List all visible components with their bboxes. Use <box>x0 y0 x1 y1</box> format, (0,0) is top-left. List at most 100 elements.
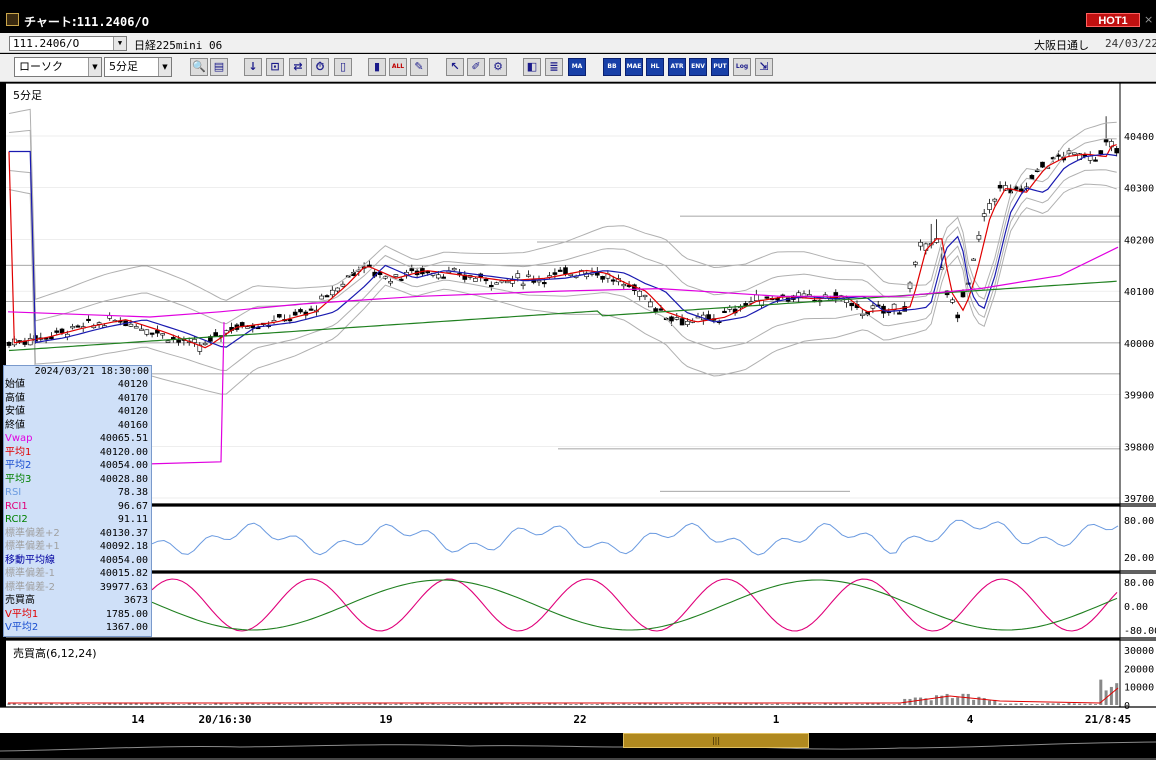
time-tick-label: 1 <box>773 713 780 726</box>
scrollbar-thumb[interactable]: ||| <box>623 733 809 748</box>
candle-body <box>59 328 65 334</box>
toolbar-ma-button[interactable]: MA <box>568 58 586 76</box>
compare-icon[interactable]: ⇄ <box>289 58 307 76</box>
info-row-value: 40092.18 <box>99 541 148 552</box>
volume-bar <box>426 704 430 705</box>
pen-icon[interactable]: ✎ <box>410 58 428 76</box>
candle-body <box>488 284 494 288</box>
volume-bar <box>389 704 393 705</box>
info-row-label: 平均1 <box>5 446 32 458</box>
info-row-label: 平均3 <box>5 473 32 485</box>
volume-bar <box>1051 703 1055 705</box>
volume-bar <box>770 704 774 705</box>
candle-body <box>918 242 923 247</box>
candle-body <box>674 317 680 320</box>
volume-bar <box>431 703 435 705</box>
chevron-down-icon[interactable]: ▼ <box>113 37 126 50</box>
toolbar-all-button[interactable]: ALL <box>389 58 407 76</box>
candle-body <box>494 282 499 285</box>
volume-bar <box>76 703 80 705</box>
info-row-label: 始値 <box>5 379 25 390</box>
candle-body <box>526 274 531 277</box>
candle-body <box>950 299 955 303</box>
info-panel: 2024/03/21 18:30:00 始値 40120 高値 40170 安値 4012… <box>3 365 152 637</box>
chart-area[interactable]: 40400 40300 40200 40100 40000 39900 39800 39700… <box>0 83 1156 733</box>
volume-bar <box>410 704 414 705</box>
candle-body <box>176 339 181 343</box>
candle-body <box>600 276 605 280</box>
info-row: RSI 78.38 <box>4 486 151 500</box>
info-datetime: 2024/03/21 18:30:00 <box>34 366 149 377</box>
candle-body <box>213 332 218 337</box>
price-tick-label: 40200 <box>1124 235 1154 246</box>
volume-bar <box>394 703 398 705</box>
volume-bar <box>463 704 467 705</box>
volume-bar <box>574 704 578 705</box>
symbol-input[interactable]: 111.2406/O ▼ <box>9 36 127 51</box>
volume-bar <box>897 703 901 705</box>
volume-bar <box>60 703 64 705</box>
toolbar-mae-button[interactable]: MAE <box>625 58 643 76</box>
hot-button[interactable]: HOT1 <box>1086 13 1140 27</box>
gear-icon[interactable]: ⚙ <box>489 58 507 76</box>
volume-bar <box>675 703 679 705</box>
color-icon[interactable]: ◧ <box>523 58 541 76</box>
chart-app-icon <box>6 13 19 26</box>
volume-bar <box>113 703 117 705</box>
volume-bar <box>92 704 96 705</box>
candle-body <box>409 268 415 272</box>
eraser-icon[interactable]: ✐ <box>467 58 485 76</box>
candle-body <box>960 291 966 298</box>
volume-bar <box>632 704 636 705</box>
fit-icon[interactable]: ⊡ <box>266 58 284 76</box>
time-tick-label: 4 <box>967 713 974 726</box>
info-row: V平均1 1785.00 <box>4 608 151 622</box>
chevron-down-icon[interactable]: ▼ <box>158 58 171 76</box>
close-icon[interactable]: × <box>1144 13 1155 27</box>
volume-bar <box>776 703 779 705</box>
layout-icon[interactable]: ▤ <box>210 58 228 76</box>
volume-bar <box>956 697 960 705</box>
candle-icon[interactable]: ▯ <box>334 58 352 76</box>
toolbar-log-button[interactable]: Log <box>733 58 751 76</box>
volume-bar <box>611 703 615 705</box>
volume-bar <box>670 703 673 705</box>
toolbar-env-button[interactable]: ENV <box>689 58 707 76</box>
volume-bar <box>972 699 976 705</box>
volume-bar <box>341 703 345 705</box>
pointer-icon[interactable]: ↖ <box>446 58 464 76</box>
volume-bar <box>622 703 626 705</box>
candle-body <box>192 339 197 343</box>
volume-bar <box>1088 703 1092 705</box>
zoom-icon[interactable]: 🔍 <box>190 58 208 76</box>
info-row-value: 3673 <box>123 595 148 606</box>
volume-bar <box>919 697 923 705</box>
toolbar-bb-button[interactable]: BB <box>603 58 621 76</box>
volume-bar <box>866 703 870 705</box>
market-name: 日経225mini 06 <box>134 39 223 52</box>
export-icon[interactable]: ⇲ <box>755 58 773 76</box>
chevron-down-icon[interactable]: ▼ <box>88 58 101 76</box>
toolbar-hl-button[interactable]: HL <box>646 58 664 76</box>
timestamp-icon[interactable]: ⏱ <box>311 58 329 76</box>
time-scrollbar[interactable] <box>0 733 1156 760</box>
candle-body <box>621 284 627 287</box>
volume-bar <box>118 703 122 705</box>
candle-body <box>1029 175 1035 180</box>
info-row: RCI2 91.11 <box>4 513 151 527</box>
price-tick-label: 40000 <box>1124 339 1154 350</box>
cursor-down-icon[interactable]: ↓ <box>244 58 262 76</box>
volume-bar <box>140 703 143 705</box>
indicator-icon[interactable]: ≣ <box>545 58 563 76</box>
chart-svg[interactable]: 40400 40300 40200 40100 40000 39900 39800 39700… <box>0 83 1156 733</box>
chart-toolbar: ローソク ▼ 5分足 ▼ 🔍 ▤ ↓ ⊡ ⇄ ⏱ ▯ ▮ ALL ✎ ↖ ✐ ⚙ ◧ ≣ MA BB MAE HL ATR… <box>0 54 1156 82</box>
candle-adjust-icon[interactable]: ▮ <box>368 58 386 76</box>
info-row-label: 終値 <box>5 419 25 431</box>
candle-body <box>753 294 759 301</box>
toolbar-atr-button[interactable]: ATR <box>668 58 686 76</box>
interval-select[interactable]: 5分足 ▼ <box>104 57 172 77</box>
chart-type-select[interactable]: ローソク ▼ <box>14 57 102 77</box>
candle-body <box>308 308 314 311</box>
toolbar-put-button[interactable]: PUT <box>711 58 729 76</box>
volume-bar <box>733 703 737 705</box>
